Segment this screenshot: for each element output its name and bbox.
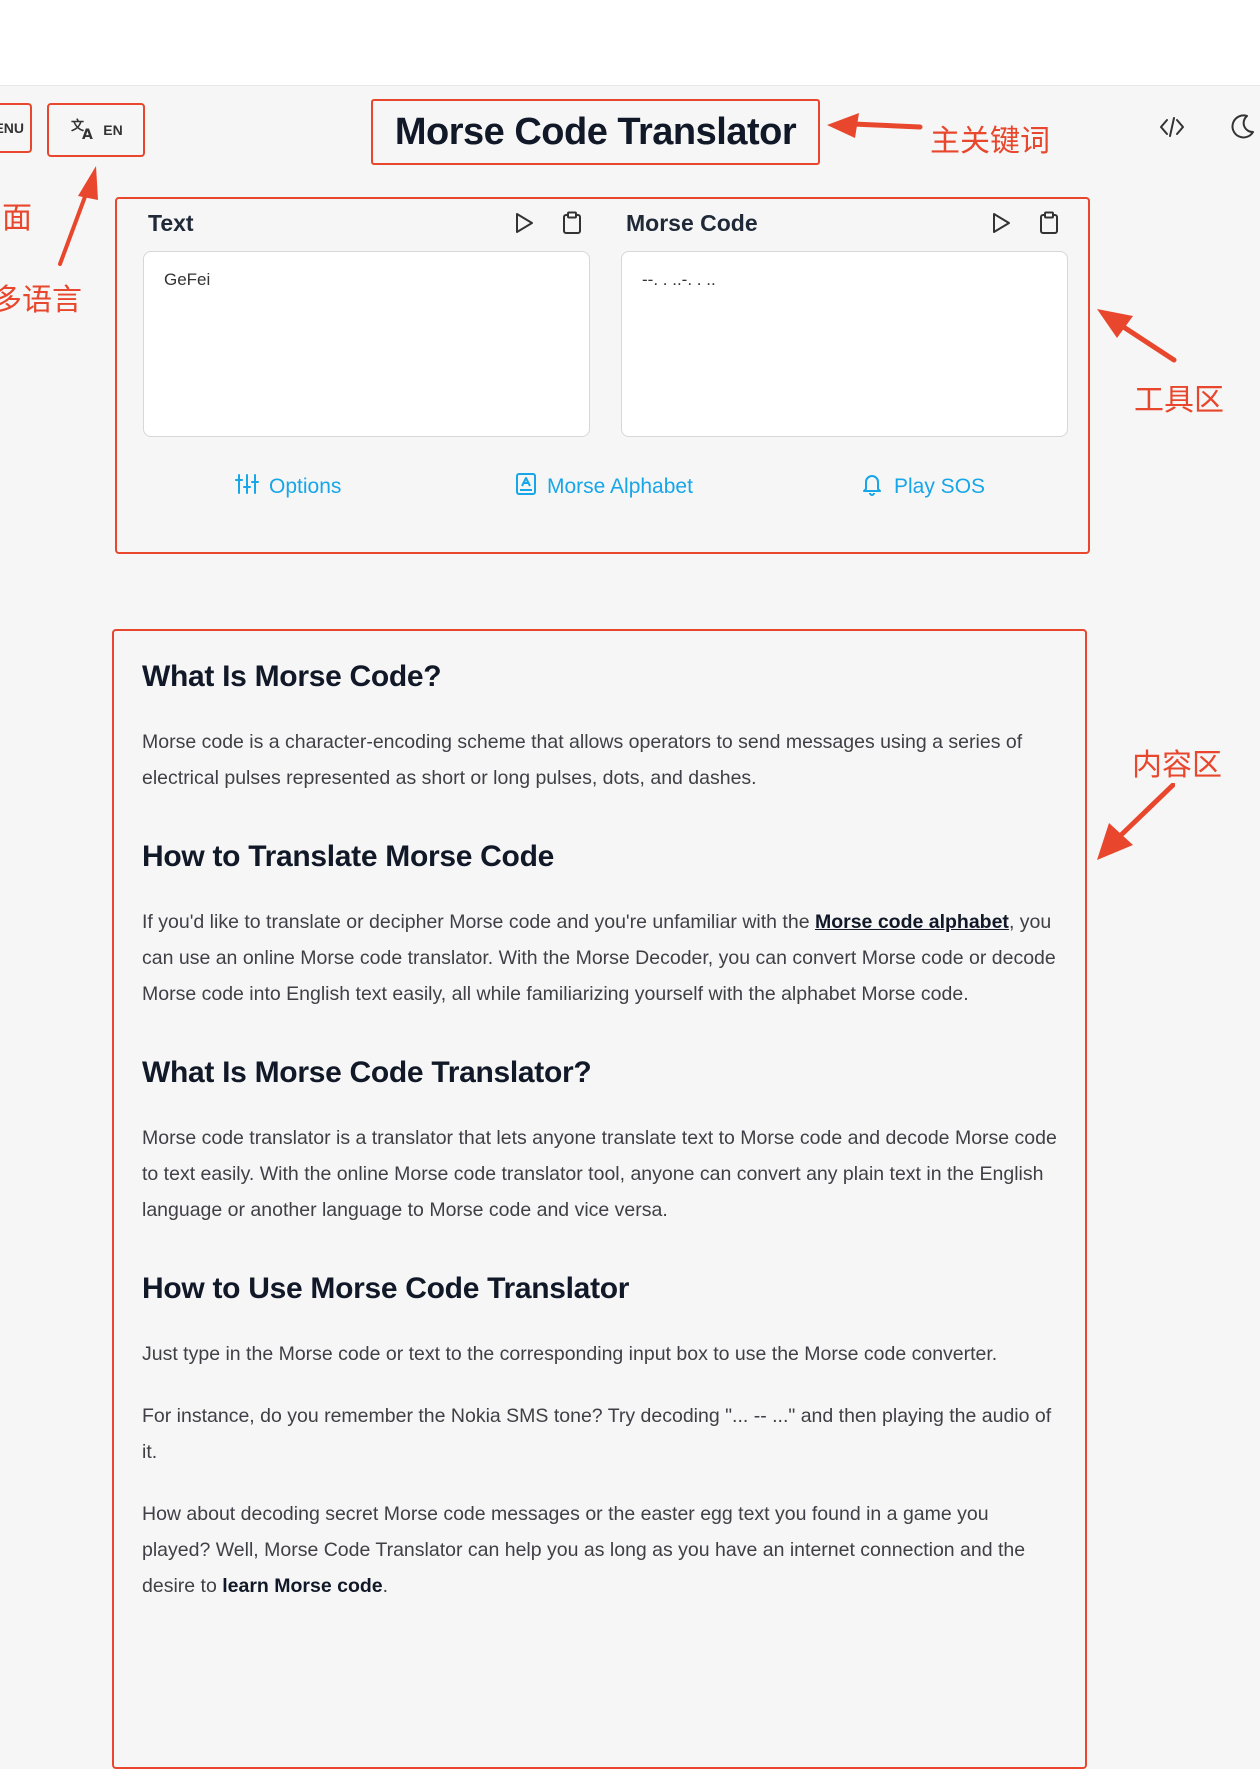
section-what-is-translator: What Is Morse Code Translator? Morse cod… <box>142 1056 1062 1228</box>
translate-icon: 文 A <box>69 117 95 144</box>
section-what-is-morse: What Is Morse Code? Morse code is a char… <box>142 660 1062 796</box>
text-label: Text <box>148 210 194 236</box>
alphabet-book-icon <box>515 472 537 502</box>
morse-label: Morse Code <box>626 210 758 236</box>
content-area-annotation: 内容区 <box>1132 748 1222 783</box>
section-heading: What Is Morse Code Translator? <box>142 1056 592 1089</box>
morse-alphabet-label: Morse Alphabet <box>547 475 693 498</box>
morse-alphabet-link[interactable]: Morse code alphabet <box>815 911 1009 933</box>
play-icon[interactable] <box>511 210 537 236</box>
morse-alphabet-button[interactable]: Morse Alphabet <box>515 472 693 502</box>
language-switcher[interactable]: 文 A EN <box>47 103 145 157</box>
paragraph: For instance, do you remember the Nokia … <box>142 1405 1052 1463</box>
menu-label: ENU <box>0 120 24 136</box>
page-annotation-fragment: 面 <box>2 201 32 236</box>
section-heading: How to Translate Morse Code <box>142 840 554 873</box>
section-how-to-translate: How to Translate Morse Code If you'd lik… <box>142 840 1062 1012</box>
keyword-annotation: 主关键词 <box>930 124 1050 159</box>
sliders-icon <box>235 472 259 502</box>
paragraph: Morse code is a character-encoding schem… <box>142 731 1023 789</box>
tool-arrow <box>1097 308 1177 369</box>
learn-morse-link[interactable]: learn Morse code <box>222 1575 382 1597</box>
paragraph: Morse code translator is a translator th… <box>142 1127 1057 1221</box>
language-code: EN <box>103 122 123 138</box>
page-title: Morse Code Translator <box>394 110 797 153</box>
paragraph: How about decoding secret Morse code mes… <box>142 1496 1062 1604</box>
section-heading: What Is Morse Code? <box>142 660 442 693</box>
menu-button[interactable]: ENU <box>0 103 32 153</box>
svg-text:A: A <box>82 127 93 141</box>
text-input[interactable]: GeFei <box>143 251 590 437</box>
code-icon[interactable] <box>1157 112 1187 147</box>
clipboard-icon[interactable] <box>559 210 585 236</box>
section-heading: How to Use Morse Code Translator <box>142 1272 630 1305</box>
clipboard-icon[interactable] <box>1036 210 1062 236</box>
article: What Is Morse Code? Morse code is a char… <box>142 660 1062 1648</box>
bell-icon <box>860 472 884 502</box>
play-sos-label: Play SOS <box>894 475 986 498</box>
top-bar <box>0 0 1260 86</box>
paragraph-text: . <box>382 1575 389 1597</box>
tool-area-annotation: 工具区 <box>1134 383 1224 418</box>
multilang-annotation-fragment: 多语言 <box>0 283 82 318</box>
content-arrow <box>1095 782 1176 868</box>
dark-mode-icon[interactable] <box>1227 112 1257 147</box>
options-button[interactable]: Options <box>235 472 341 502</box>
play-icon[interactable] <box>988 210 1014 236</box>
section-how-to-use: How to Use Morse Code Translator Just ty… <box>142 1272 1062 1604</box>
keyword-arrow <box>825 112 923 147</box>
paragraph: Just type in the Morse code or text to t… <box>142 1343 998 1365</box>
morse-input-value: --. . ..-. . .. <box>642 270 716 289</box>
paragraph-text: If you'd like to translate or decipher M… <box>142 911 815 933</box>
paragraph: If you'd like to translate or decipher M… <box>142 904 1062 1012</box>
text-input-value: GeFei <box>164 270 211 289</box>
title-highlight: Morse Code Translator <box>371 99 820 165</box>
multilang-arrow <box>56 166 106 271</box>
options-label: Options <box>269 475 342 498</box>
play-sos-button[interactable]: Play SOS <box>860 472 985 502</box>
morse-input[interactable]: --. . ..-. . .. <box>621 251 1068 437</box>
